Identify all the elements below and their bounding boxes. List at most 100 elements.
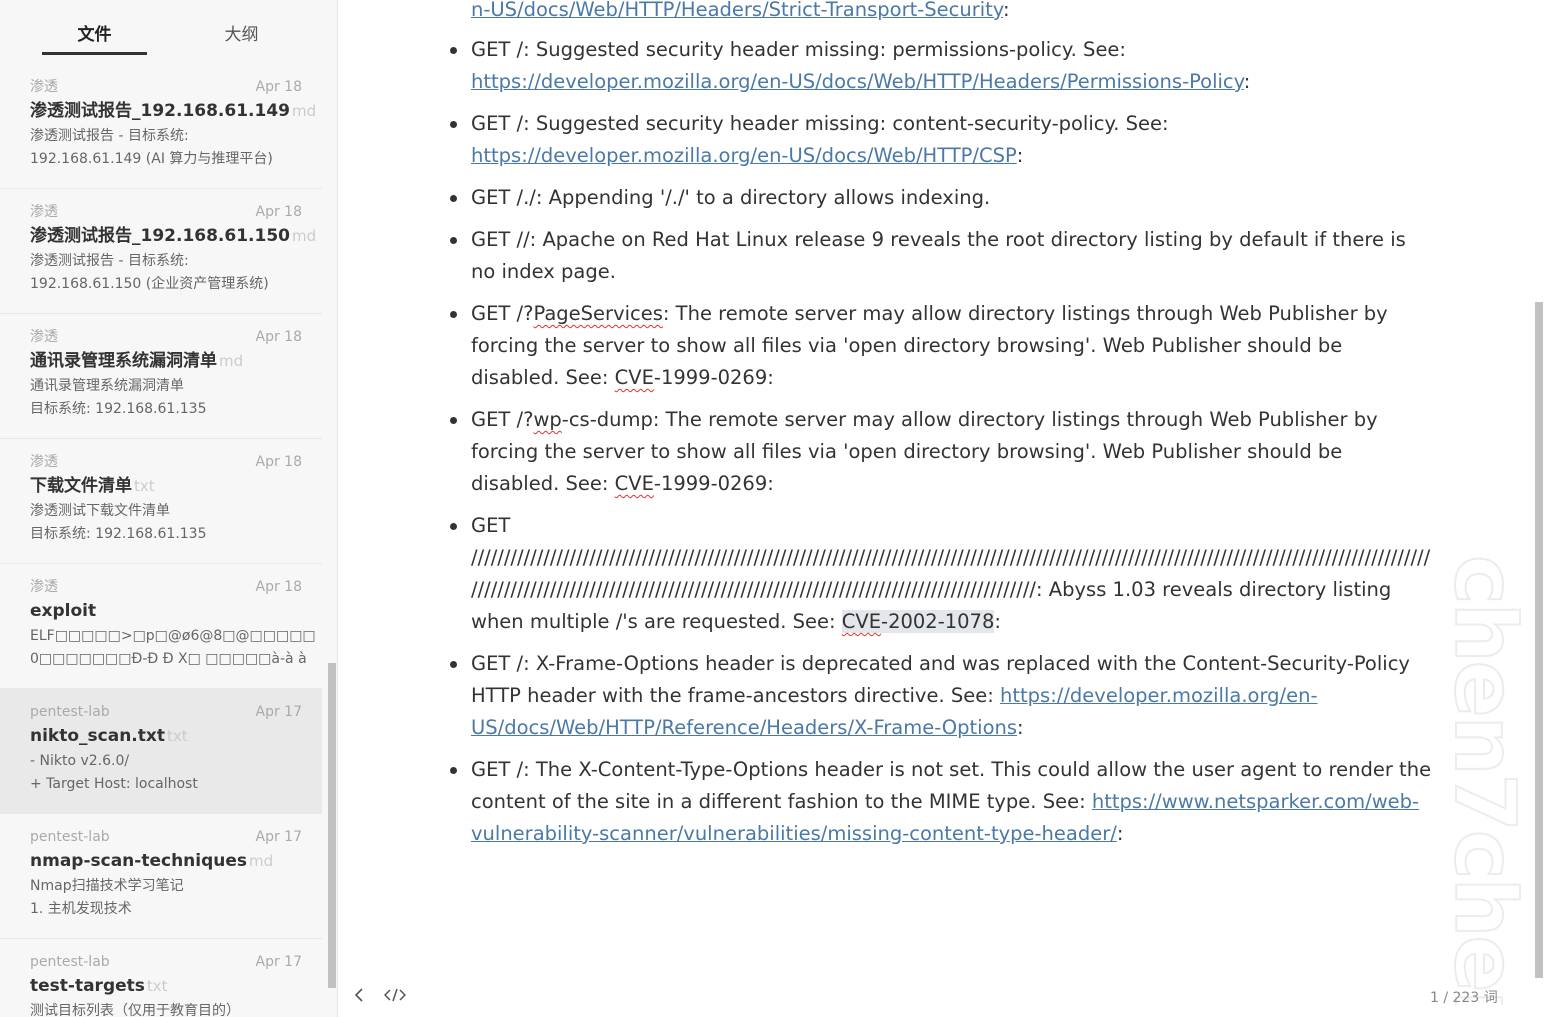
finding-text: GET //: Apache on Red Hat Linux release … — [471, 228, 1406, 283]
file-title-row: 渗透测试报告_192.168.61.150 md — [30, 222, 322, 250]
link-suffix: : — [994, 610, 1001, 633]
spellcheck-word[interactable]: CVE — [615, 366, 654, 389]
sidebar-tabs: 文件 大纲 — [0, 0, 337, 62]
finding-text: GET /: Suggested security header missing… — [471, 38, 1127, 61]
file-date: Apr 17 — [255, 954, 302, 970]
file-excerpt: 目标系统: 192.168.61.135 — [30, 401, 207, 417]
list-item: GET /: X-Frame-Options header is depreca… — [450, 648, 1436, 744]
file-title-row: test-targets txt — [30, 972, 322, 1000]
continued-link-line: n-US/docs/Web/HTTP/Headers/Strict-Transp… — [471, 0, 1010, 26]
list-item: GET /?wp-cs-dump: The remote server may … — [450, 404, 1436, 500]
finding-text: -1999-0269: — [653, 366, 774, 389]
word-count[interactable]: 1 / 223 词 — [1430, 988, 1498, 1008]
file-extension: md — [219, 352, 244, 370]
file-extension: txt — [146, 977, 168, 995]
list-item: GET /: Suggested security header missing… — [450, 34, 1436, 98]
file-title-row: 渗透测试报告_192.168.61.149 md — [30, 97, 322, 125]
list-item: GET/////////////////////////////////////… — [450, 510, 1436, 638]
chevron-left-icon[interactable] — [349, 987, 369, 1009]
file-title: 渗透测试报告_192.168.61.150 — [30, 226, 290, 246]
file-title: exploit — [30, 601, 97, 621]
list-item: GET /: The X-Content-Type-Options header… — [450, 754, 1436, 850]
file-extension: txt — [134, 477, 155, 495]
file-title: test-targets — [30, 976, 145, 996]
file-date: Apr 18 — [255, 204, 302, 220]
spellcheck-word[interactable]: CVE — [615, 472, 654, 495]
file-list-item[interactable]: pentest-lab Apr 17 nmap-scan-techniques m… — [0, 814, 322, 939]
file-excerpt: ELF□□□□□>□p□@ø6@8□@□□□□□@@... — [30, 628, 315, 644]
list-item: GET /?PageServices: The remote server ma… — [450, 298, 1436, 394]
selected-text[interactable]: CVE-2002-1078 — [841, 610, 995, 633]
file-excerpt: 192.168.61.150 (企业资产管理系统) — [30, 276, 269, 292]
link-suffix: : — [1016, 144, 1024, 167]
file-excerpt: - Nikto v2.6.0/ — [30, 753, 130, 769]
file-date: Apr 18 — [255, 329, 302, 345]
editor-content[interactable]: n-US/docs/Web/HTTP/Headers/Strict-Transp… — [339, 0, 1544, 1017]
file-title: 通讯录管理系统漏洞清单 — [30, 351, 217, 371]
spellcheck-word[interactable]: CVE — [842, 610, 881, 633]
finding-text: -cs-dump: The remote server may allow di… — [471, 408, 1378, 495]
file-list-item[interactable]: 渗透 Apr 18 下载文件清单 txt 渗透测试下载文件清单 目标系统: 192… — [0, 439, 322, 564]
finding-text: GET — [471, 514, 511, 537]
finding-text: GET /? — [471, 408, 534, 431]
spellcheck-word[interactable]: PageServices — [533, 302, 662, 325]
file-excerpt: 渗透测试下载文件清单 — [30, 503, 170, 519]
file-list: 渗透 Apr 18 渗透测试报告_192.168.61.149 md 渗透测试报告… — [0, 64, 322, 1017]
file-excerpt: 目标系统: 192.168.61.135 — [30, 526, 207, 542]
file-date: Apr 18 — [255, 454, 302, 470]
file-excerpt: 192.168.61.149 (AI 算力与推理平台) — [30, 151, 273, 167]
file-list-item[interactable]: 渗透 Apr 18 渗透测试报告_192.168.61.149 md 渗透测试报告… — [0, 64, 322, 189]
file-date: Apr 17 — [255, 829, 302, 845]
finding-text: -2002-1078 — [881, 610, 995, 633]
list-item: GET /: Suggested security header missing… — [450, 108, 1436, 172]
tab-files[interactable]: 文件 — [42, 20, 147, 45]
permissions-policy-link[interactable]: https://developer.mozilla.org/en-US/docs… — [471, 70, 1244, 93]
link-suffix: : — [1116, 822, 1124, 845]
finding-text: GET /: Suggested security header missing… — [471, 112, 1169, 135]
active-tab-indicator — [42, 52, 147, 55]
chevron-left-icon-svg — [354, 988, 363, 1002]
file-excerpt: 渗透测试报告 - 目标系统: — [30, 253, 189, 269]
list-item: GET /./: Appending '/./' to a directory … — [450, 182, 1436, 214]
finding-text: -1999-0269: — [653, 472, 774, 495]
file-sidebar: 文件 大纲 渗透 Apr 18 渗透测试报告_192.168.61.149 md … — [0, 0, 338, 1017]
file-excerpt: 通讯录管理系统漏洞清单 — [30, 378, 184, 394]
file-title-row: exploit — [30, 597, 322, 625]
file-extension: md — [292, 227, 317, 245]
link-suffix: : — [1017, 716, 1024, 739]
strict-transport-security-link[interactable]: n-US/docs/Web/HTTP/Headers/Strict-Transp… — [471, 0, 1003, 21]
file-excerpt: 测试目标列表（仅用于教育目的） — [30, 1003, 240, 1017]
csp-link[interactable]: https://developer.mozilla.org/en-US/docs… — [471, 144, 1017, 167]
sidebar-scrollbar-thumb[interactable] — [328, 663, 336, 988]
code-icon[interactable] — [382, 987, 408, 1009]
file-excerpt: + Target Host: localhost — [30, 776, 198, 792]
file-excerpt: 0□□□□□□□Đ-Đ Đ X□ □□□□□à-à à — [30, 651, 307, 667]
link-suffix: : — [1243, 70, 1251, 93]
file-extension: txt — [167, 727, 188, 745]
link-suffix: : — [1002, 0, 1010, 21]
file-list-item[interactable]: 渗透 Apr 18 exploit ELF□□□□□>□p□@ø6@8□@□□□… — [0, 564, 322, 689]
editor-scrollbar-thumb[interactable] — [1535, 302, 1543, 978]
file-title-row: nikto_scan.txt txt — [30, 722, 322, 750]
file-title: 下载文件清单 — [30, 476, 132, 496]
file-date: Apr 18 — [255, 79, 302, 95]
file-date: Apr 18 — [255, 579, 302, 595]
finding-text: GET /? — [471, 302, 534, 325]
spellcheck-word[interactable]: wp — [533, 408, 561, 431]
findings-list: GET /: Suggested security header missing… — [450, 34, 1436, 860]
file-list-item[interactable]: pentest-lab Apr 17 test-targets txt 测试目标列… — [0, 939, 322, 1017]
file-title-row: 通讯录管理系统漏洞清单 md — [30, 347, 322, 375]
file-list-item[interactable]: 渗透 Apr 18 渗透测试报告_192.168.61.150 md 渗透测试报告… — [0, 189, 322, 314]
file-excerpt: 1. 主机发现技术 — [30, 901, 132, 917]
file-title: nikto_scan.txt — [30, 726, 165, 746]
tab-outline[interactable]: 大纲 — [189, 20, 294, 45]
file-title: nmap-scan-techniques — [30, 851, 248, 871]
file-list-item[interactable]: 渗透 Apr 18 通讯录管理系统漏洞清单 md 通讯录管理系统漏洞清单 目标系统… — [0, 314, 322, 439]
file-list-item-selected[interactable]: pentest-lab Apr 17 nikto_scan.txt txt - N… — [0, 689, 322, 814]
finding-text: GET /./: Appending '/./' to a directory … — [471, 186, 991, 209]
file-extension: md — [249, 852, 274, 870]
code-icon-svg — [383, 988, 407, 1002]
file-excerpt: Nmap扫描技术学习笔记 — [30, 878, 184, 894]
file-title-row: 下载文件清单 txt — [30, 472, 322, 500]
file-title: 渗透测试报告_192.168.61.149 — [30, 101, 290, 121]
